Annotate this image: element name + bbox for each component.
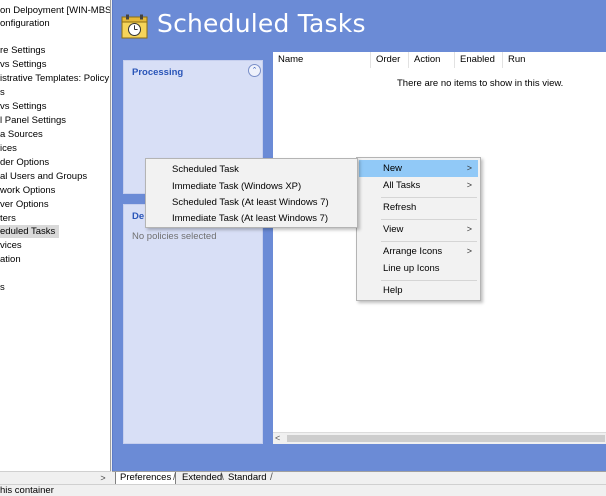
tree-item-windows-settings-2[interactable]: vs Settings bbox=[0, 100, 46, 113]
tree-item-control-panel[interactable]: l Panel Settings bbox=[0, 114, 66, 127]
tree-item-software-settings[interactable]: re Settings bbox=[0, 44, 45, 57]
tree-horizontal-scrollbar[interactable]: > bbox=[0, 471, 111, 484]
tree-item-user-configuration[interactable]: s bbox=[0, 281, 5, 294]
submenu-item-immediate-task-xp[interactable]: Immediate Task (Windows XP) bbox=[148, 178, 357, 195]
status-text: his container bbox=[0, 485, 54, 496]
description-text: No policies selected bbox=[132, 231, 217, 242]
column-header-run[interactable]: Run bbox=[503, 52, 606, 68]
menu-item-line-up-icons[interactable]: Line up Icons bbox=[359, 260, 478, 277]
tree-item-scheduled-tasks[interactable]: eduled Tasks bbox=[0, 225, 60, 238]
menu-item-help[interactable]: Help bbox=[359, 282, 478, 299]
menu-separator bbox=[381, 219, 477, 220]
menu-item-refresh[interactable]: Refresh bbox=[359, 199, 478, 216]
tree-item-admin-templates[interactable]: istrative Templates: Policy d bbox=[0, 72, 110, 85]
submenu-arrow-icon: > bbox=[466, 180, 472, 190]
menu-item-view[interactable]: View > bbox=[359, 221, 478, 238]
menu-item-label: Refresh bbox=[383, 202, 417, 213]
column-header-action[interactable]: Action bbox=[409, 52, 455, 68]
menu-separator bbox=[381, 197, 477, 198]
tree-item-data-sources[interactable]: a Sources bbox=[0, 128, 43, 141]
tab-separator: / bbox=[173, 472, 176, 483]
column-header-order[interactable]: Order bbox=[371, 52, 409, 68]
scheduled-tasks-icon bbox=[121, 14, 148, 39]
page-title: Scheduled Tasks bbox=[157, 9, 366, 38]
tree-item-local-users-groups[interactable]: al Users and Groups bbox=[0, 170, 87, 183]
menu-item-label: Help bbox=[383, 285, 403, 296]
submenu-item-immediate-task-win7[interactable]: Immediate Task (At least Windows 7) bbox=[148, 210, 357, 227]
tree-item-configuration[interactable]: onfiguration bbox=[0, 17, 50, 30]
tree-item-deployment[interactable]: on Delpoyment [WIN-MBS- bbox=[0, 4, 110, 17]
tree-item-folder-options[interactable]: der Options bbox=[0, 156, 49, 169]
menu-item-label: All Tasks bbox=[383, 180, 421, 191]
tree-item-devices[interactable]: ices bbox=[0, 142, 17, 155]
new-submenu: Scheduled Task Immediate Task (Windows X… bbox=[145, 158, 358, 228]
scroll-right-icon[interactable]: > bbox=[97, 472, 109, 484]
menu-item-all-tasks[interactable]: All Tasks > bbox=[359, 177, 478, 194]
tree-item-network-options[interactable]: work Options bbox=[0, 184, 55, 197]
menu-item-label: View bbox=[383, 224, 404, 235]
tree-item-preferences[interactable]: s bbox=[0, 86, 5, 99]
menu-separator bbox=[381, 280, 477, 281]
empty-list-message: There are no items to show in this view. bbox=[397, 78, 564, 89]
tab-separator: / bbox=[270, 472, 273, 483]
tree-item-windows-settings[interactable]: vs Settings bbox=[0, 58, 46, 71]
menu-item-arrange-icons[interactable]: Arrange Icons > bbox=[359, 243, 478, 260]
menu-item-label: Arrange Icons bbox=[383, 246, 443, 257]
column-header-enabled[interactable]: Enabled bbox=[455, 52, 503, 68]
processing-panel-title: Processing bbox=[132, 67, 184, 78]
column-header-name[interactable]: Name bbox=[273, 52, 371, 68]
menu-item-new[interactable]: New > bbox=[359, 160, 478, 177]
submenu-item-scheduled-task-win7[interactable]: Scheduled Task (At least Windows 7) bbox=[148, 194, 357, 211]
description-panel-title: De bbox=[132, 211, 145, 222]
scroll-left-icon[interactable]: < bbox=[275, 433, 285, 444]
submenu-arrow-icon: > bbox=[466, 246, 472, 256]
menu-item-label: Line up Icons bbox=[383, 263, 440, 274]
submenu-item-scheduled-task[interactable]: Scheduled Task bbox=[148, 161, 357, 178]
status-bar: his container bbox=[0, 484, 606, 496]
tree-item-printers[interactable]: ters bbox=[0, 212, 16, 225]
menu-separator bbox=[381, 241, 477, 242]
list-horizontal-scrollbar[interactable]: < bbox=[273, 432, 606, 444]
view-tabs: Preferences / Extended \ Standard / bbox=[112, 471, 606, 485]
submenu-arrow-icon: > bbox=[466, 224, 472, 234]
tree-item-start-menu[interactable]: ation bbox=[0, 253, 21, 266]
double-chevron-up-icon[interactable]: ⌃ bbox=[248, 64, 261, 77]
submenu-arrow-icon: > bbox=[466, 163, 472, 173]
scrollbar-thumb[interactable] bbox=[287, 435, 605, 442]
description-panel: De No policies selected bbox=[123, 204, 263, 444]
tree-item-services[interactable]: vices bbox=[0, 239, 22, 252]
console-tree[interactable]: on Delpoyment [WIN-MBS- onfiguration re … bbox=[0, 0, 111, 471]
tree-item-power-options[interactable]: ver Options bbox=[0, 198, 49, 211]
context-menu: New > All Tasks > Refresh View > Arrange… bbox=[356, 157, 481, 301]
menu-item-label: New bbox=[383, 163, 403, 174]
